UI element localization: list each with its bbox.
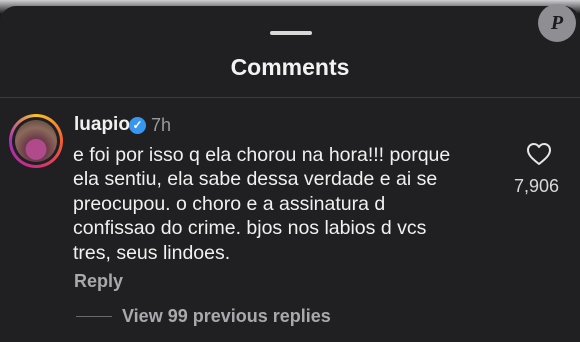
- heart-outline-icon[interactable]: [526, 142, 552, 166]
- like-count: 7,906: [514, 176, 560, 196]
- avatar-photo: [15, 120, 57, 162]
- reply-button[interactable]: Reply: [74, 271, 123, 292]
- comment-line: tres, seus lindoes.: [73, 241, 231, 264]
- comment-username[interactable]: luapio: [74, 114, 130, 136]
- comment-line: confissao do crime. bjos nos labios d vc…: [73, 217, 427, 240]
- sheet-title: Comments: [230, 54, 350, 80]
- comment-text: e foi por isso q ela chorou na hora!!! p…: [73, 143, 503, 265]
- watermark-logo: P: [538, 4, 576, 42]
- sheet-grabber-handle[interactable]: [270, 31, 312, 35]
- verified-badge-icon: ✓: [129, 117, 146, 134]
- commenter-avatar[interactable]: [9, 114, 63, 168]
- avatar-ring-gap: [12, 117, 60, 165]
- view-previous-replies-button[interactable]: View 99 previous replies: [122, 306, 331, 327]
- replies-divider-line: [76, 316, 112, 317]
- comment-line: ela sentiu, ela sabe dessa verdade e ai …: [73, 168, 438, 191]
- comment-timestamp: 7h: [151, 115, 172, 135]
- comments-screen: P Comments luapio ✓ 7h e foi por isso q …: [0, 0, 580, 342]
- header-divider: [0, 97, 580, 98]
- comment-line: e foi por isso q ela chorou na hora!!! p…: [73, 144, 451, 166]
- comment-line: preocupou. o choro e a assinatura d: [73, 192, 386, 215]
